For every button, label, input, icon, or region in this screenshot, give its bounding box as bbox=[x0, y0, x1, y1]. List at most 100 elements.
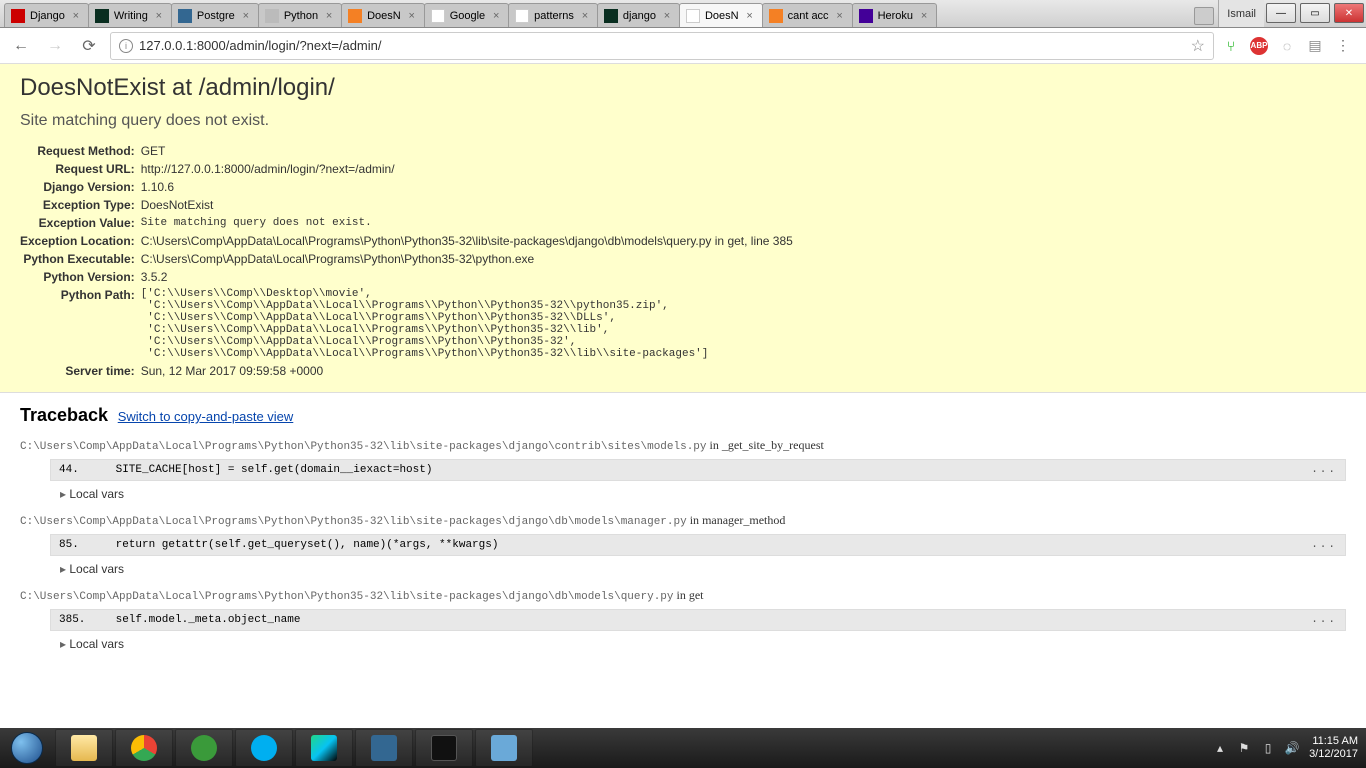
value: 3.5.2 bbox=[141, 268, 793, 286]
tab-close-icon[interactable]: × bbox=[490, 10, 502, 22]
switch-view-link[interactable]: Switch to copy-and-paste view bbox=[118, 409, 294, 424]
traceback-frame: C:\Users\Comp\AppData\Local\Programs\Pyt… bbox=[20, 513, 1346, 576]
browser-tab[interactable]: Python× bbox=[258, 3, 342, 27]
taskbar-item-utorrent[interactable] bbox=[175, 729, 233, 767]
extension-icon[interactable]: ▤ bbox=[1306, 37, 1324, 55]
system-tray: ▴ ⚑ ▯ 🔊 11:15 AM 3/12/2017 bbox=[1205, 735, 1366, 761]
tray-flag-icon[interactable]: ⚑ bbox=[1237, 741, 1251, 755]
reload-button[interactable]: ⟳ bbox=[76, 33, 102, 59]
adblock-extension-icon[interactable]: ABP bbox=[1250, 37, 1268, 55]
taskbar-item-pycharm[interactable] bbox=[295, 729, 353, 767]
titlebar: Django×Writing×Postgre×Python×DoesN×Goog… bbox=[0, 0, 1366, 28]
tab-title: patterns bbox=[534, 10, 574, 22]
close-button[interactable]: ✕ bbox=[1334, 3, 1364, 23]
taskbar-item-notes[interactable] bbox=[475, 729, 533, 767]
tab-favicon bbox=[95, 9, 109, 23]
taskbar-item-chrome[interactable] bbox=[115, 729, 173, 767]
tab-close-icon[interactable]: × bbox=[70, 10, 82, 22]
browser-tab[interactable]: django × bbox=[597, 3, 680, 27]
forward-button[interactable]: → bbox=[42, 33, 68, 59]
local-vars-toggle[interactable]: Local vars bbox=[60, 487, 1346, 501]
traceback-section: Traceback Switch to copy-and-paste view … bbox=[0, 393, 1366, 663]
tab-close-icon[interactable]: × bbox=[153, 10, 165, 22]
maximize-button[interactable]: ▭ bbox=[1300, 3, 1330, 23]
error-details-table: Request Method:GET Request URL:http://12… bbox=[20, 142, 793, 380]
tray-show-hidden-icon[interactable]: ▴ bbox=[1213, 741, 1227, 755]
tab-close-icon[interactable]: × bbox=[661, 10, 673, 22]
url-input[interactable] bbox=[139, 38, 1185, 53]
taskbar-item-skype[interactable] bbox=[235, 729, 293, 767]
browser-toolbar: ← → ⟳ i ☆ ⑂ ABP ◌ ▤ ⋮ bbox=[0, 28, 1366, 64]
tab-close-icon[interactable]: × bbox=[323, 10, 335, 22]
extension-icon[interactable]: ⑂ bbox=[1222, 37, 1240, 55]
tab-title: django bbox=[623, 10, 656, 22]
expand-context-icon[interactable]: ... bbox=[1311, 464, 1337, 476]
local-vars-toggle[interactable]: Local vars bbox=[60, 637, 1346, 651]
tab-favicon bbox=[348, 9, 362, 23]
label: Request URL: bbox=[20, 160, 141, 178]
value: GET bbox=[141, 142, 793, 160]
frame-location: C:\Users\Comp\AppData\Local\Programs\Pyt… bbox=[20, 588, 1346, 603]
frame-code-line[interactable]: 85. return getattr(self.get_queryset(), … bbox=[50, 534, 1346, 556]
tab-close-icon[interactable]: × bbox=[744, 10, 756, 22]
error-heading: DoesNotExist at /admin/login/ bbox=[20, 74, 1346, 102]
tray-network-icon[interactable]: ▯ bbox=[1261, 741, 1275, 755]
back-button[interactable]: ← bbox=[8, 33, 34, 59]
frame-code-line[interactable]: 44. SITE_CACHE[host] = self.get(domain__… bbox=[50, 459, 1346, 481]
tab-favicon bbox=[686, 9, 700, 23]
browser-tab[interactable]: Writing× bbox=[88, 3, 172, 27]
tab-close-icon[interactable]: × bbox=[240, 10, 252, 22]
browser-tab[interactable]: DoesN× bbox=[341, 3, 425, 27]
value: Site matching query does not exist. bbox=[141, 214, 793, 232]
label: Exception Location: bbox=[20, 232, 141, 250]
frame-location: C:\Users\Comp\AppData\Local\Programs\Pyt… bbox=[20, 513, 1346, 528]
taskbar-item-explorer[interactable] bbox=[55, 729, 113, 767]
browser-tab[interactable]: patterns × bbox=[508, 3, 598, 27]
windows-taskbar: ▴ ⚑ ▯ 🔊 11:15 AM 3/12/2017 bbox=[0, 728, 1366, 768]
tab-close-icon[interactable]: × bbox=[406, 10, 418, 22]
local-vars-toggle[interactable]: Local vars bbox=[60, 562, 1346, 576]
tab-title: Google bbox=[450, 10, 485, 22]
browser-tab[interactable]: Google × bbox=[424, 3, 509, 27]
site-info-icon[interactable]: i bbox=[119, 39, 133, 53]
expand-context-icon[interactable]: ... bbox=[1311, 539, 1337, 551]
value: ['C:\\Users\\Comp\\Desktop\\movie', 'C:\… bbox=[141, 286, 793, 362]
tray-clock[interactable]: 11:15 AM 3/12/2017 bbox=[1309, 735, 1358, 761]
start-button[interactable] bbox=[0, 728, 54, 768]
value: C:\Users\Comp\AppData\Local\Programs\Pyt… bbox=[141, 232, 793, 250]
tab-favicon bbox=[604, 9, 618, 23]
new-tab-button[interactable] bbox=[1194, 7, 1214, 25]
bookmark-star-icon[interactable]: ☆ bbox=[1191, 36, 1205, 56]
label: Exception Value: bbox=[20, 214, 141, 232]
label: Django Version: bbox=[20, 178, 141, 196]
tab-close-icon[interactable]: × bbox=[918, 10, 930, 22]
browser-tab[interactable]: Django × bbox=[4, 3, 89, 27]
traceback-frame: C:\Users\Comp\AppData\Local\Programs\Pyt… bbox=[20, 588, 1346, 651]
tab-title: Django bbox=[30, 10, 65, 22]
minimize-button[interactable]: — bbox=[1266, 3, 1296, 23]
tray-volume-icon[interactable]: 🔊 bbox=[1285, 741, 1299, 755]
expand-context-icon[interactable]: ... bbox=[1311, 614, 1337, 626]
frame-code-line[interactable]: 385. self.model._meta.object_name... bbox=[50, 609, 1346, 631]
tab-close-icon[interactable]: × bbox=[834, 10, 846, 22]
tab-favicon bbox=[859, 9, 873, 23]
frame-location: C:\Users\Comp\AppData\Local\Programs\Pyt… bbox=[20, 438, 1346, 453]
page-viewport[interactable]: DoesNotExist at /admin/login/ Site match… bbox=[0, 64, 1366, 728]
taskbar-item-pgadmin[interactable] bbox=[355, 729, 413, 767]
address-bar[interactable]: i ☆ bbox=[110, 32, 1214, 60]
value: DoesNotExist bbox=[141, 196, 793, 214]
taskbar-item-cmd[interactable] bbox=[415, 729, 473, 767]
extension-icon[interactable]: ◌ bbox=[1278, 37, 1296, 55]
label: Python Version: bbox=[20, 268, 141, 286]
browser-tab[interactable]: DoesN× bbox=[679, 3, 763, 27]
tab-close-icon[interactable]: × bbox=[579, 10, 591, 22]
tab-title: Postgre bbox=[197, 10, 235, 22]
menu-button[interactable]: ⋮ bbox=[1334, 37, 1352, 55]
browser-tab[interactable]: cant acc× bbox=[762, 3, 853, 27]
value: Sun, 12 Mar 2017 09:59:58 +0000 bbox=[141, 362, 793, 380]
profile-button[interactable]: Ismail bbox=[1218, 0, 1264, 27]
value: http://127.0.0.1:8000/admin/login/?next=… bbox=[141, 160, 793, 178]
label: Python Path: bbox=[20, 286, 141, 362]
browser-tab[interactable]: Heroku× bbox=[852, 3, 937, 27]
browser-tab[interactable]: Postgre × bbox=[171, 3, 259, 27]
